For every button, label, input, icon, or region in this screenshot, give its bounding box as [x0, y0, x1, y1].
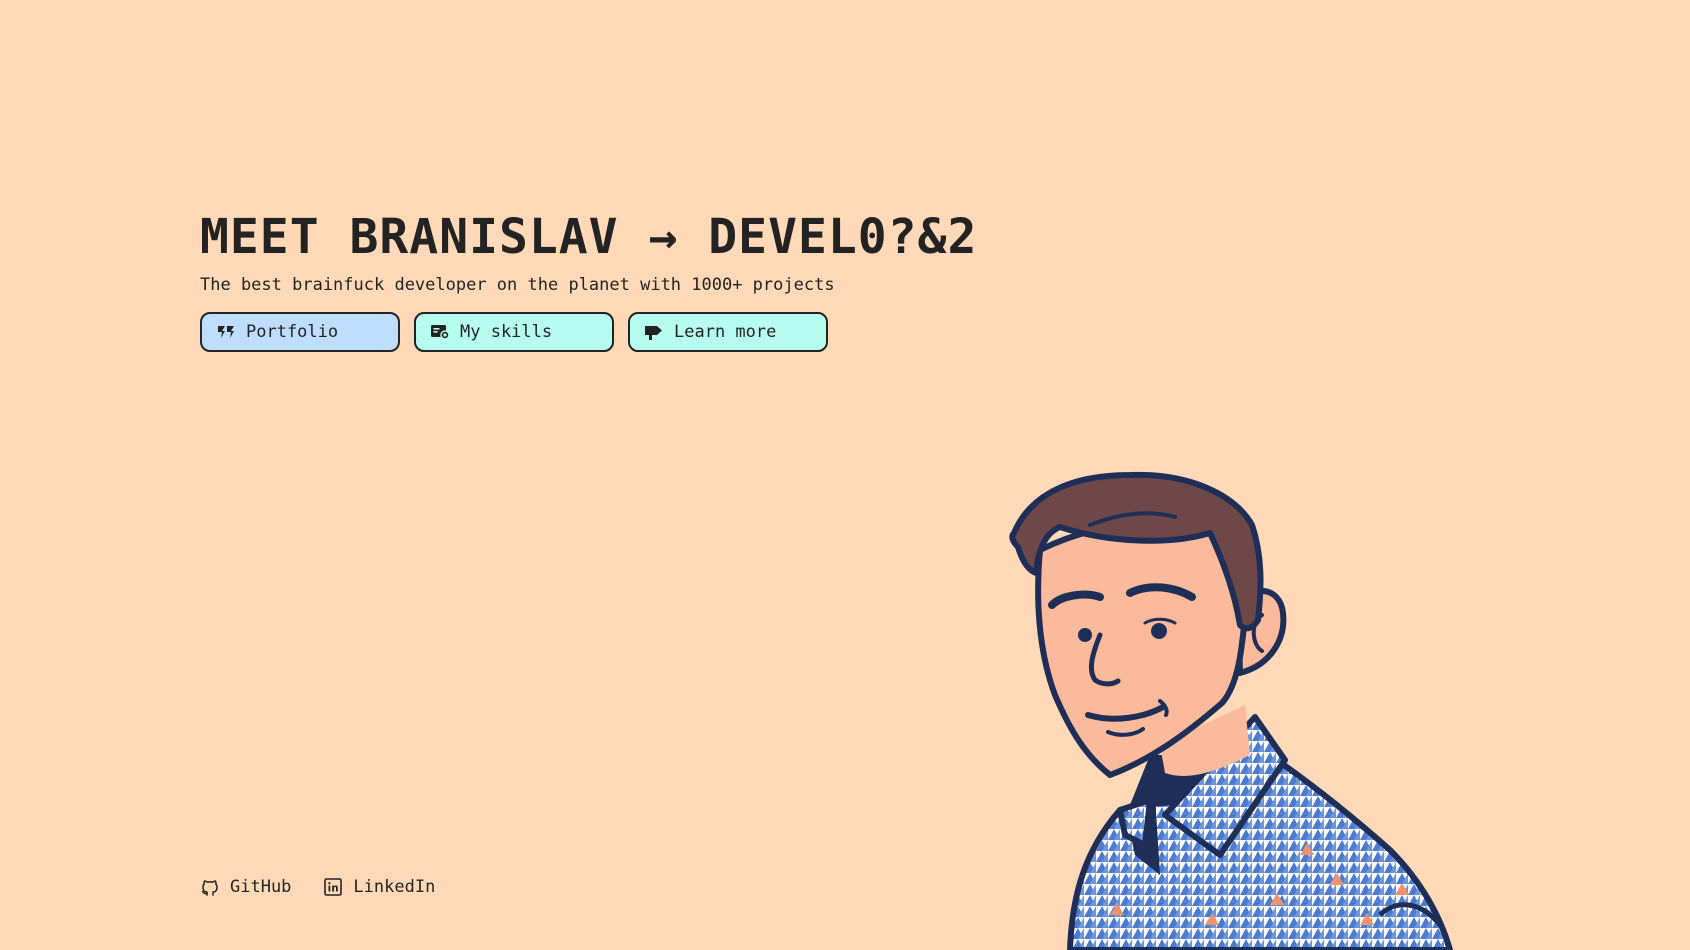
portfolio-button[interactable]: Portfolio [200, 312, 400, 352]
github-link[interactable]: GitHub [200, 877, 291, 897]
github-link-label: GitHub [230, 877, 292, 897]
skills-icon [430, 322, 450, 342]
my-skills-button-label: My skills [460, 322, 553, 342]
github-icon [200, 877, 220, 897]
avatar-illustration [1009, 471, 1453, 950]
page-subtitle: The best brainfuck developer on the plan… [200, 275, 835, 295]
linkedin-link[interactable]: LinkedIn [323, 877, 435, 897]
linkedin-link-label: LinkedIn [353, 877, 436, 897]
linkedin-icon [323, 877, 343, 897]
portfolio-button-label: Portfolio [246, 322, 339, 342]
signpost-icon [644, 322, 664, 342]
learn-more-button[interactable]: Learn more [628, 312, 828, 352]
action-buttons: Portfolio My skills Learn more [200, 312, 977, 352]
learn-more-button-label: Learn more [674, 322, 777, 342]
hero-section: MEET BRANISLAV → DEVEL0?&2 The best brai… [200, 205, 977, 352]
portfolio-icon [216, 322, 236, 342]
my-skills-button[interactable]: My skills [414, 312, 614, 352]
social-links: GitHub LinkedIn [200, 877, 435, 897]
page-title: MEET BRANISLAV → DEVEL0?&2 [200, 209, 978, 265]
